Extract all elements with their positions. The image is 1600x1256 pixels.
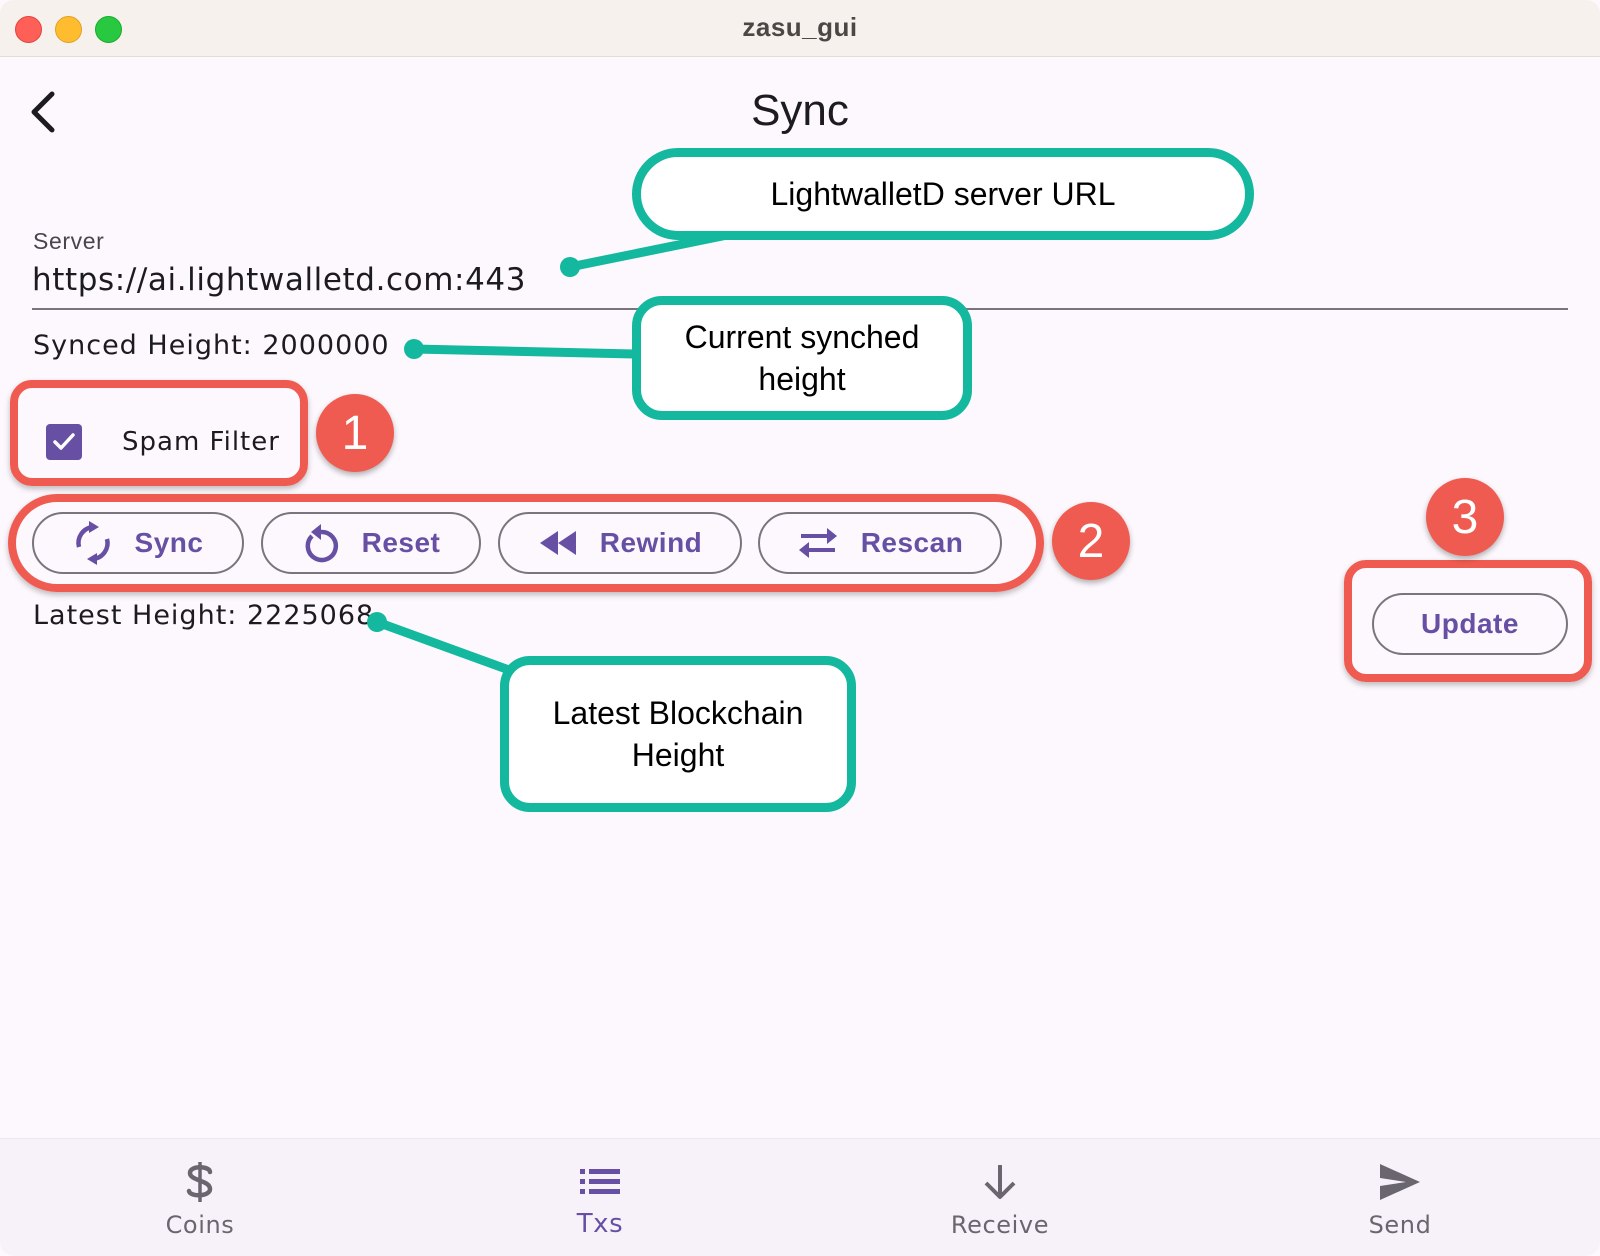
arrow-down-icon — [970, 1157, 1030, 1207]
bottom-navigation: Coins Txs Receive Send — [0, 1138, 1600, 1256]
annotation-synced-height-line1: Current synched — [684, 319, 920, 355]
dollar-icon — [170, 1157, 230, 1207]
nav-item-coins[interactable]: Coins — [0, 1139, 400, 1256]
annotation-latest-height-line1: Latest Blockchain — [552, 695, 804, 731]
nav-label-coins: Coins — [165, 1211, 235, 1239]
send-icon — [1370, 1157, 1430, 1207]
annotation-server-url: LightwalletD server URL — [632, 148, 1254, 240]
highlight-box-spam-filter — [10, 380, 308, 486]
synced-height-text: Synced Height: 2000000 — [33, 330, 390, 361]
annotation-badge-1: 1 — [316, 394, 394, 472]
highlight-box-action-buttons — [8, 494, 1044, 592]
nav-item-receive[interactable]: Receive — [800, 1139, 1200, 1256]
latest-height-value: 2225068 — [246, 600, 375, 631]
page-title: Sync — [751, 86, 849, 135]
synced-height-value: 2000000 — [262, 330, 390, 361]
annotation-synced-height: Current synched height — [632, 296, 972, 420]
annotation-badge-2: 2 — [1052, 502, 1130, 580]
server-field-label: Server — [33, 228, 105, 254]
annotation-server-url-text: LightwalletD server URL — [770, 176, 1116, 212]
nav-item-txs[interactable]: Txs — [400, 1139, 800, 1256]
nav-item-send[interactable]: Send — [1200, 1139, 1600, 1256]
nav-label-send: Send — [1368, 1211, 1432, 1239]
window-title: zasu_gui — [742, 12, 858, 42]
latest-height-text: Latest Height: 2225068 — [33, 600, 374, 631]
app-window: zasu_gui Sync Server Synced Height: 2000… — [0, 0, 1600, 1256]
latest-height-label: Latest Height: — [33, 600, 238, 631]
annotation-synced-height-line2: height — [758, 361, 846, 397]
synced-height-label: Synced Height: — [33, 330, 253, 361]
nav-label-receive: Receive — [950, 1211, 1050, 1239]
list-icon — [570, 1157, 630, 1207]
annotation-latest-height-line2: Height — [631, 737, 725, 773]
annotation-latest-height: Latest Blockchain Height — [500, 656, 856, 812]
annotation-badge-3: 3 — [1426, 478, 1504, 556]
nav-label-txs: Txs — [576, 1209, 624, 1239]
title-bar: zasu_gui — [0, 0, 1600, 57]
highlight-box-update — [1344, 560, 1592, 682]
